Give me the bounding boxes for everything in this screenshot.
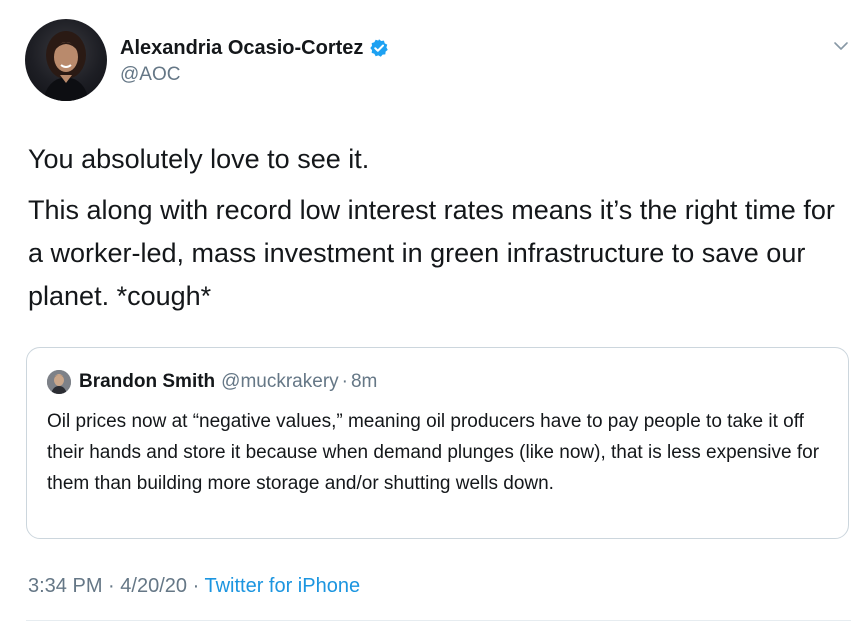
tweet-card: Alexandria Ocasio-Cortez @AOC You absolu… [0,0,851,626]
author-handle[interactable]: @AOC [120,64,180,86]
tweet-date[interactable]: 4/20/20 [120,575,187,597]
tweet-paragraph: You absolutely love to see it. [28,144,370,174]
meta-separator: · [108,575,115,597]
tweet-time[interactable]: 3:34 PM [28,575,102,597]
verified-badge-icon [369,38,389,58]
quoted-author-handle[interactable]: @muckrakery [221,371,338,393]
tweet-text: You absolutely love to see it. This alon… [28,138,838,326]
quoted-author-avatar-image [47,370,71,394]
tweet-source-link[interactable]: Twitter for iPhone [204,575,360,597]
tweet-meta: 3:34 PM · 4/20/20 · Twitter for iPhone [28,575,360,598]
author-avatar-image [43,31,89,101]
quoted-timestamp[interactable]: 8m [351,371,377,393]
quoted-author-name[interactable]: Brandon Smith [79,371,215,393]
chevron-down-icon[interactable] [833,38,849,54]
quoted-tweet[interactable]: Brandon Smith @muckrakery · 8m Oil price… [26,347,849,539]
divider [26,620,851,621]
quoted-author-avatar[interactable] [47,370,71,394]
author-name-row: Alexandria Ocasio-Cortez [120,34,389,62]
tweet-paragraph: This along with record low interest rate… [28,195,835,311]
quoted-separator: · [341,371,348,392]
meta-separator: · [192,575,200,597]
quoted-tweet-text: Oil prices now at “negative values,” mea… [47,411,820,494]
author-name[interactable]: Alexandria Ocasio-Cortez [120,37,363,60]
quoted-tweet-header: Brandon Smith @muckrakery · 8m [47,368,377,396]
author-avatar[interactable] [25,19,107,101]
